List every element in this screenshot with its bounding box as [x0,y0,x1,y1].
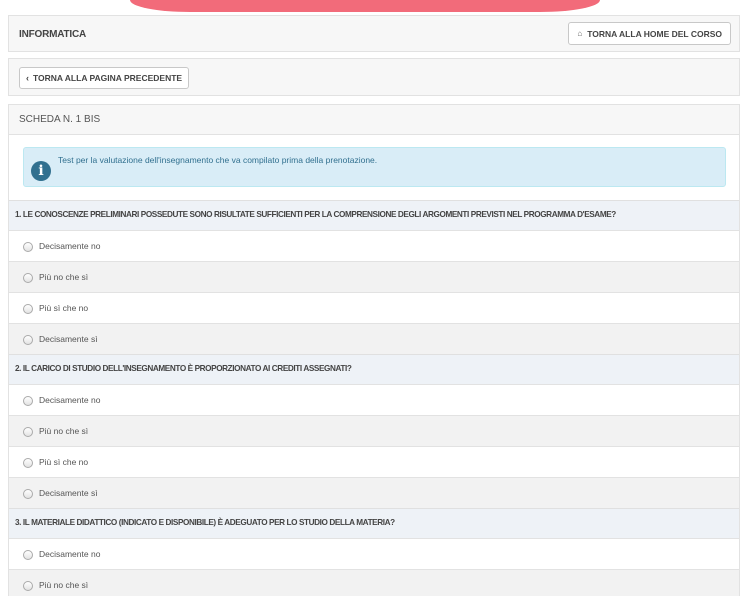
question-1: 1. LE CONOSCENZE PRELIMINARI POSSEDUTE S… [9,200,739,230]
option-row[interactable]: Decisamente no [9,538,739,569]
chevron-left-icon: ‹ [26,73,29,83]
radio-button[interactable] [23,242,33,252]
top-bar [0,0,744,14]
option-label: Più no che sì [39,426,89,436]
option-row[interactable]: Decisamente no [9,230,739,261]
sheet-panel: SCHEDA N. 1 BIS i Test per la valutazion… [8,104,740,596]
radio-button[interactable] [23,458,33,468]
question-3: 3. IL MATERIALE DIDATTICO (INDICATO E DI… [9,508,739,538]
sheet-title: SCHEDA N. 1 BIS [19,114,101,125]
radio-button[interactable] [23,489,33,499]
brand-bar [130,0,600,12]
option-label: Più no che sì [39,272,89,282]
radio-button[interactable] [23,304,33,314]
option-label: Decisamente no [39,549,101,559]
course-title: INFORMATICA [19,29,87,40]
info-alert: i Test per la valutazione dell'insegname… [23,147,726,187]
home-course-button[interactable]: ⌂ TORNA ALLA HOME DEL CORSO [568,22,731,45]
question-2: 2. IL CARICO DI STUDIO DELL'INSEGNAMENTO… [9,354,739,384]
option-row[interactable]: Più no che sì [9,415,739,446]
option-label: Più sì che no [39,303,89,313]
option-row[interactable]: Più no che sì [9,569,739,596]
sheet-header: SCHEDA N. 1 BIS [9,105,739,135]
back-button[interactable]: ‹ TORNA ALLA PAGINA PRECEDENTE [19,67,190,89]
info-text: Test per la valutazione dell'insegnament… [58,155,378,165]
radio-button[interactable] [23,273,33,283]
option-label: Decisamente no [39,395,101,405]
option-row[interactable]: Più no che sì [9,261,739,292]
course-header: INFORMATICA ⌂ TORNA ALLA HOME DEL CORSO [8,15,740,52]
radio-button[interactable] [23,550,33,560]
home-icon: ⌂ [577,29,583,38]
option-label: Decisamente sì [39,488,98,498]
radio-button[interactable] [23,396,33,406]
option-label: Decisamente sì [39,334,98,344]
radio-button[interactable] [23,427,33,437]
option-label: Più sì che no [39,457,89,467]
option-label: Più no che sì [39,580,89,590]
option-row[interactable]: Più sì che no [9,292,739,323]
back-label: TORNA ALLA PAGINA PRECEDENTE [33,73,183,83]
option-row[interactable]: Decisamente sì [9,477,739,508]
option-label: Decisamente no [39,241,101,251]
radio-button[interactable] [23,581,33,591]
question-text: 1. LE CONOSCENZE PRELIMINARI POSSEDUTE S… [15,210,616,219]
option-row[interactable]: Decisamente no [9,384,739,415]
question-text: 2. IL CARICO DI STUDIO DELL'INSEGNAMENTO… [15,364,352,373]
option-row[interactable]: Decisamente sì [9,323,739,354]
option-row[interactable]: Più sì che no [9,446,739,477]
home-course-label: TORNA ALLA HOME DEL CORSO [587,28,722,39]
info-icon: i [31,161,51,181]
question-text: 3. IL MATERIALE DIDATTICO (INDICATO E DI… [15,518,395,527]
navigation-panel: ‹ TORNA ALLA PAGINA PRECEDENTE [8,58,740,96]
radio-button[interactable] [23,335,33,345]
